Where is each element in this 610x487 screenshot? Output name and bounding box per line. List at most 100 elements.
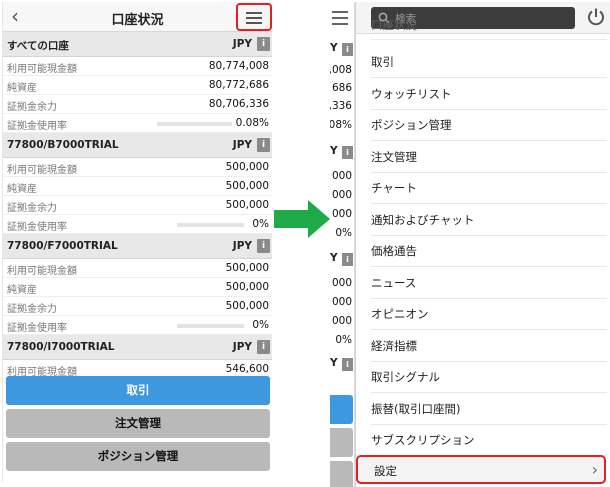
arrow-right-icon xyxy=(274,200,330,238)
account-row: 証拠金余力 500,000 xyxy=(3,297,272,316)
info-icon[interactable]: i xyxy=(257,239,270,253)
chevron-right-icon: › xyxy=(591,460,598,479)
account-header[interactable]: 77800/I7000TRIAL JPY i xyxy=(3,335,272,360)
usage-bar xyxy=(177,324,244,328)
menu-item[interactable]: 取引シグナル xyxy=(371,362,607,393)
info-icon[interactable]: i xyxy=(257,138,270,152)
strip-order-button xyxy=(330,428,353,457)
row-value: 80,772,686 xyxy=(208,79,269,91)
row-label: 証拠金使用率 xyxy=(7,222,67,233)
hamburger-icon-line xyxy=(246,22,262,24)
account-header[interactable]: 77800/B7000TRIAL JPY i xyxy=(3,133,272,158)
settings-label: 設定 xyxy=(374,464,397,478)
menu-button[interactable] xyxy=(236,3,272,31)
menu-screen: ,008 686,336 08% 000 000 000 0% 000 000 000 0% Yi Yi… xyxy=(330,2,610,487)
account-row: 純資産 80,772,686 xyxy=(3,76,272,95)
strip-value: 686 xyxy=(331,82,352,94)
page-title: 口座状況 xyxy=(111,13,164,28)
usage-bar xyxy=(157,122,232,126)
menu-item[interactable]: ウォッチリスト xyxy=(371,79,607,110)
account-row: 証拠金使用率 0% xyxy=(3,316,272,335)
strip-currency: Y xyxy=(330,357,338,369)
row-value: 500,000 xyxy=(225,262,269,274)
account-name: 77800/I7000TRIAL xyxy=(7,341,115,353)
account-row: 利用可能現金額 500,000 xyxy=(3,259,272,278)
hamburger-icon[interactable] xyxy=(332,11,348,25)
account-header[interactable]: 77800/F7000TRIAL JPY i xyxy=(3,234,272,259)
row-label: 証拠金余力 xyxy=(7,304,57,315)
menu-item[interactable]: ポジション管理 xyxy=(371,110,607,141)
menu-item[interactable]: 経済指標 xyxy=(371,331,607,362)
account-header[interactable]: すべての口座 JPY i xyxy=(3,32,272,57)
position-management-button[interactable]: ポジション管理 xyxy=(6,442,270,471)
header-bar: ‹ 口座状況 xyxy=(3,2,272,32)
row-value: 0% xyxy=(252,218,269,230)
menu-item[interactable]: 注文管理 xyxy=(371,142,607,173)
account-name: 77800/B7000TRIAL xyxy=(7,139,119,151)
strip-value: ,008 xyxy=(330,64,352,76)
hamburger-icon-line xyxy=(246,17,262,19)
strip-trade-button xyxy=(330,395,353,424)
info-icon: i xyxy=(342,358,353,371)
row-label: 証拠金使用率 xyxy=(7,323,67,334)
row-label: 利用可能現金額 xyxy=(7,64,77,75)
row-label: 証拠金余力 xyxy=(7,102,57,113)
account-list: すべての口座 JPY i 利用可能現金額 80,774,008 純資産 80,772,686… xyxy=(3,32,272,379)
row-label: 証拠金使用率 xyxy=(7,121,67,132)
currency-label: JPY xyxy=(232,139,252,151)
account-row: 証拠金使用率 0.08% xyxy=(3,114,272,133)
strip-value: 000 xyxy=(331,315,352,327)
account-row: 利用可能現金額 500,000 xyxy=(3,158,272,177)
account-name: すべての口座 xyxy=(7,40,69,52)
info-icon[interactable]: i xyxy=(257,37,270,51)
trade-button[interactable]: 取引 xyxy=(6,376,270,405)
order-management-button[interactable]: 注文管理 xyxy=(6,409,270,438)
background-account-strip: ,008 686,336 08% 000 000 000 0% 000 000 000 0% Yi Yi… xyxy=(330,2,355,487)
strip-currency: Y xyxy=(330,42,338,54)
info-icon[interactable]: i xyxy=(257,340,270,354)
strip-position-button xyxy=(330,461,353,487)
strip-value: 000 xyxy=(331,208,352,220)
account-row: 純資産 500,000 xyxy=(3,278,272,297)
account-row: 証拠金余力 80,706,336 xyxy=(3,95,272,114)
menu-item[interactable]: 取引 xyxy=(371,47,607,78)
row-value: 500,000 xyxy=(225,199,269,211)
row-value: 500,000 xyxy=(225,180,269,192)
row-value: 500,000 xyxy=(225,161,269,173)
currency-label: JPY xyxy=(232,240,252,252)
row-label: 純資産 xyxy=(7,285,37,296)
strip-value: 0% xyxy=(335,334,352,346)
account-status-screen: ‹ 口座状況 すべての口座 JPY i 利用可能現金額 80,774,008 純資産 80,… xyxy=(2,2,272,482)
account-row: 純資産 500,000 xyxy=(3,177,272,196)
row-value: 546,600 xyxy=(225,363,269,375)
row-value: 0% xyxy=(252,319,269,331)
row-label: 利用可能現金額 xyxy=(7,266,77,277)
menu-item[interactable]: ニュース xyxy=(371,268,607,299)
settings-menu-item[interactable]: 設定 › xyxy=(356,455,606,484)
row-value: 80,706,336 xyxy=(208,98,269,110)
strip-value: ,336 xyxy=(330,100,352,112)
account-row: 利用可能現金額 80,774,008 xyxy=(3,57,272,76)
strip-value: 000 xyxy=(331,277,352,289)
row-value: 80,774,008 xyxy=(208,60,269,72)
menu-item[interactable]: チャート xyxy=(371,173,607,204)
menu-item[interactable]: オピニオン xyxy=(371,299,607,330)
currency-label: JPY xyxy=(232,38,252,50)
strip-currency: Y xyxy=(330,145,338,157)
info-icon: i xyxy=(342,146,353,159)
account-row: 証拠金使用率 0% xyxy=(3,215,272,234)
row-value: 500,000 xyxy=(225,300,269,312)
strip-value: 000 xyxy=(331,170,352,182)
row-label: 純資産 xyxy=(7,83,37,94)
usage-bar xyxy=(177,223,244,227)
menu-item[interactable]: 価格通告 xyxy=(371,236,607,267)
strip-value: 000 xyxy=(331,189,352,201)
strip-value: 08% xyxy=(330,119,352,131)
menu-item[interactable]: 口座状況 xyxy=(371,20,607,40)
row-label: 利用可能現金額 xyxy=(7,165,77,176)
menu-item[interactable]: サブスクリプション xyxy=(371,425,607,456)
info-icon: i xyxy=(342,253,353,266)
menu-item[interactable]: 通知およびチャット xyxy=(371,205,607,236)
menu-item[interactable]: 振替(取引口座間) xyxy=(371,394,607,425)
account-name: 77800/F7000TRIAL xyxy=(7,240,118,252)
